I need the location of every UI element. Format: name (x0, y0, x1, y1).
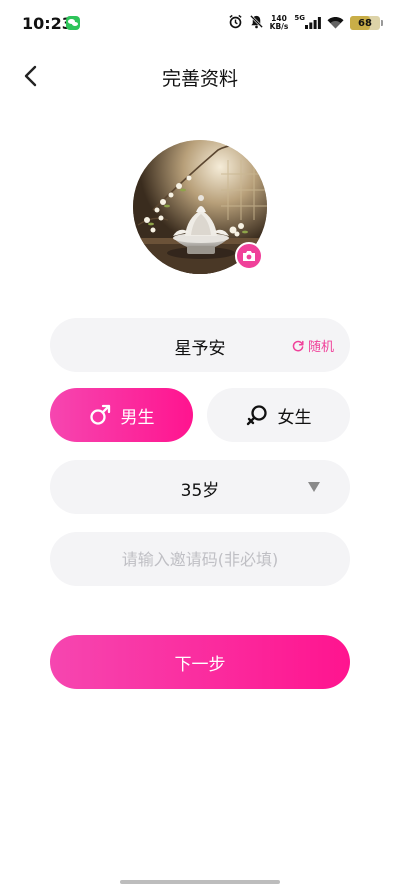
camera-icon (243, 251, 255, 261)
profile-setup-screen: 10:23 140 KB/s 5G 68 完善资料 星予安 随机 男生 女生 3… (0, 0, 400, 889)
male-symbol-icon (89, 404, 110, 425)
avatar-container[interactable] (133, 140, 267, 274)
gender-female-label: 女生 (277, 407, 312, 428)
nickname-field[interactable]: 星予安 随机 (50, 318, 350, 372)
network-type: 5G (294, 14, 305, 22)
wechat-notification-icon (66, 16, 80, 30)
battery-indicator: 68 (350, 16, 383, 30)
alarm-icon (228, 14, 243, 33)
camera-button[interactable] (235, 242, 263, 270)
page-title: 完善资料 (161, 68, 238, 90)
status-bar: 10:23 140 KB/s 5G 68 (0, 0, 400, 48)
battery-level-text: 68 (358, 17, 372, 29)
next-step-label: 下一步 (174, 654, 226, 675)
age-value: 35岁 (180, 481, 220, 501)
gender-male-label: 男生 (120, 407, 155, 428)
refresh-icon (292, 340, 304, 351)
cellular-signal-icon (305, 14, 321, 33)
age-select[interactable]: 35岁 (50, 460, 350, 514)
wifi-icon (327, 14, 344, 33)
dropdown-arrow-icon (308, 482, 320, 492)
invite-code-field[interactable] (50, 532, 350, 586)
network-speed: 140 KB/s (269, 14, 289, 31)
gender-female-button[interactable]: 女生 (207, 388, 350, 442)
next-step-button[interactable]: 下一步 (50, 635, 350, 689)
home-indicator[interactable] (120, 880, 280, 884)
random-label: 随机 (307, 340, 334, 355)
female-symbol-icon (246, 405, 267, 426)
status-icons: 140 KB/s 5G 68 (228, 12, 383, 34)
nav-header: 完善资料 (0, 52, 400, 100)
gender-male-button[interactable]: 男生 (50, 388, 193, 442)
mute-bell-icon (249, 14, 264, 33)
gender-selector: 男生 女生 (50, 388, 350, 442)
random-name-button[interactable]: 随机 (292, 336, 334, 355)
invite-code-input[interactable] (50, 532, 350, 586)
